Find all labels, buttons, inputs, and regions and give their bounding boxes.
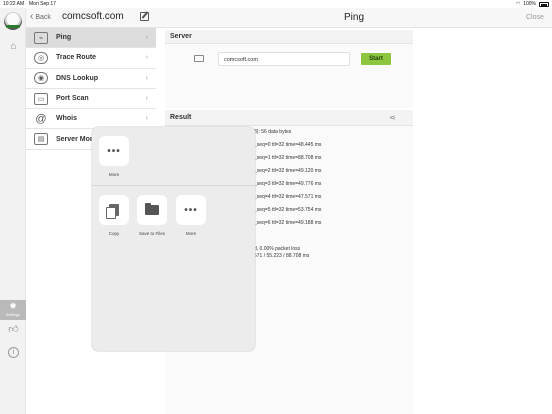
more-top-label: More: [108, 172, 120, 177]
chevron-right-icon: ›: [145, 54, 148, 62]
status-right: ◠ 100%: [516, 1, 549, 7]
info-icon[interactable]: i: [8, 347, 19, 358]
home-icon[interactable]: ⌂: [8, 41, 19, 52]
settings-label: Settings: [5, 312, 21, 317]
server-monitor-icon: ▤: [34, 133, 48, 146]
folder-icon: [145, 203, 159, 215]
eye-icon: ◉: [34, 72, 48, 85]
share-sheet: ••• More Copy Save to Files ••• More: [92, 127, 255, 351]
share-icon[interactable]: ⋖: [389, 113, 398, 122]
copy-icon: [106, 204, 119, 219]
more-label: More: [185, 231, 197, 236]
ping-icon: ⌁: [34, 31, 48, 44]
copy-button[interactable]: [99, 195, 129, 225]
battery-percent: 100%: [523, 1, 536, 7]
result-line: 3): 56 data bytes: [254, 129, 292, 135]
menu-item-label: Server Mon: [56, 135, 95, 143]
result-section-title: Result: [170, 114, 192, 121]
result-line: _seq=5 ttl=32 time=53.754 ms: [254, 207, 322, 213]
status-date: Mon Sep 17: [29, 1, 56, 7]
status-time: 10:22 AM: [3, 1, 25, 7]
battery-icon: [539, 1, 549, 7]
menu-item-label: DNS Lookup: [56, 74, 98, 82]
more-button[interactable]: •••: [176, 195, 206, 225]
result-line: _seq=4 ttl=32 time=47.571 ms: [254, 194, 322, 200]
menu-item-label: Whois: [56, 115, 77, 123]
menu-item-ping[interactable]: ⌁ Ping ›: [26, 28, 156, 49]
app-logo: [4, 12, 22, 30]
status-bar: 10:22 AM Mon Sep 17 ◠ 100%: [0, 0, 552, 8]
port-scan-icon: ▭: [34, 92, 48, 105]
result-section-header: [165, 110, 413, 126]
copy-label: Copy: [108, 231, 120, 236]
more-icon: •••: [184, 204, 198, 216]
sheet-divider: [92, 185, 255, 186]
chevron-right-icon: ›: [145, 34, 148, 42]
back-button[interactable]: ‹ Back: [30, 11, 51, 22]
host-title: comcsoft.com: [62, 11, 124, 22]
chevron-left-icon: ‹: [30, 11, 34, 22]
result-line: d, 0.00% packet loss: [254, 246, 301, 252]
wifi-icon: ◠: [515, 1, 521, 7]
server-icon: [194, 55, 204, 62]
chevron-right-icon: ›: [145, 74, 148, 82]
menu-item-label: Port Scan: [56, 95, 89, 103]
start-button[interactable]: Start: [361, 53, 391, 65]
menu-item-dns-lookup[interactable]: ◉ DNS Lookup ›: [26, 68, 156, 89]
settings-button[interactable]: ✹ Settings: [0, 300, 26, 320]
result-line: 571 / 55.223 / 88.708 ms: [254, 253, 310, 259]
result-line: _seq=1 ttl=32 time=88.708 ms: [254, 155, 322, 161]
more-icon: •••: [107, 145, 121, 157]
menu-item-port-scan[interactable]: ▭ Port Scan ›: [26, 88, 156, 110]
result-line: _seq=2 ttl=32 time=49.120 ms: [254, 168, 322, 174]
thumbs-up-icon[interactable]: 👍︎: [8, 324, 19, 335]
more-top-button[interactable]: •••: [99, 136, 129, 166]
result-line: _seq=0 ttl=32 time=48.445 ms: [254, 142, 322, 148]
menu-item-trace-route[interactable]: ◎ Trace Route ›: [26, 48, 156, 69]
result-line: _seq=3 ttl=32 time=49.776 ms: [254, 181, 322, 187]
server-section-title: Server: [170, 33, 192, 40]
trace-route-icon: ◎: [34, 51, 48, 64]
edit-icon[interactable]: [140, 12, 149, 21]
menu-item-label: Trace Route: [56, 54, 97, 62]
server-section-header: [165, 30, 413, 44]
back-label: Back: [35, 13, 51, 21]
close-button[interactable]: Close: [526, 14, 544, 21]
chevron-right-icon: ›: [145, 115, 148, 123]
save-to-files-button[interactable]: [137, 195, 167, 225]
host-input[interactable]: comcsoft.com: [218, 52, 350, 66]
at-icon: @: [35, 112, 47, 125]
result-line: _seq=6 ttl=32 time=49.188 ms: [254, 220, 322, 226]
save-to-files-label: Save to Files: [138, 231, 165, 236]
page-title: Ping: [344, 12, 365, 23]
menu-item-label: Ping: [56, 34, 72, 42]
gear-icon: ✹: [9, 301, 17, 311]
chevron-right-icon: ›: [145, 95, 148, 103]
